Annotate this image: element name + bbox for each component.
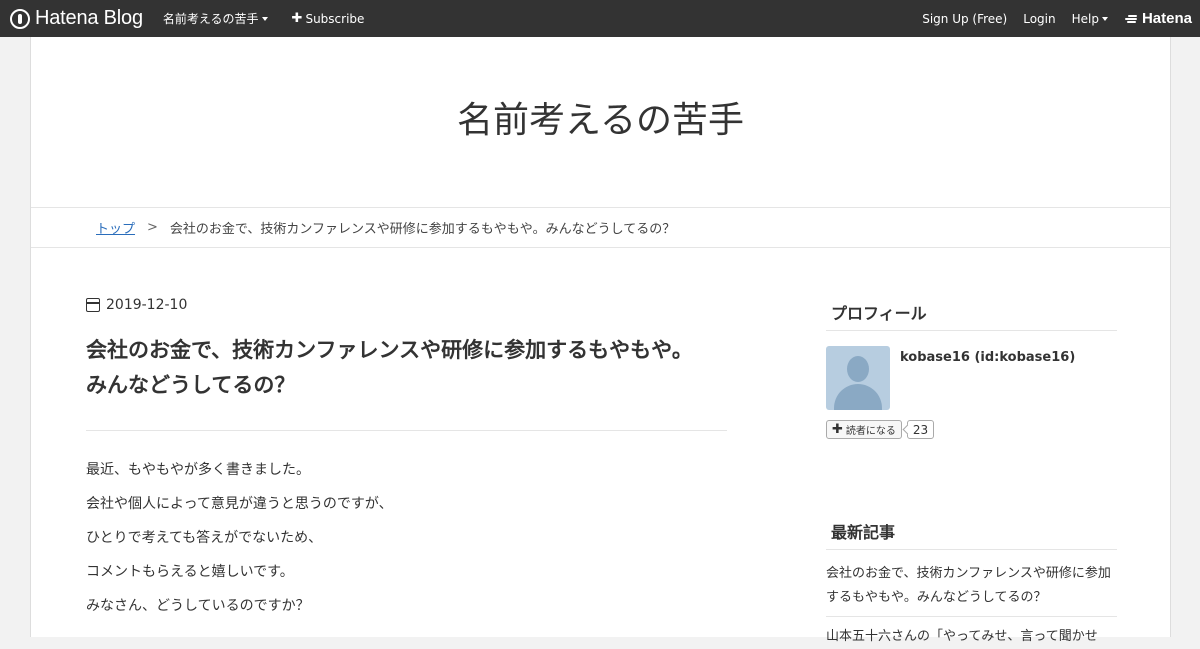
breadcrumb-top-link[interactable]: トップ	[96, 218, 135, 237]
entry-paragraph: コメントもらえると嬉しいです。	[86, 564, 294, 580]
subscribe-button[interactable]: ✚ Subscribe	[292, 11, 365, 26]
plus-icon: ✚	[832, 422, 843, 437]
plus-icon: ✚	[291, 11, 303, 26]
recent-entry-link[interactable]: 会社のお金で、技術カンファレンスや研修に参加するもやもや。みんなどうしてるの？	[826, 550, 1117, 617]
reader-button-label: 読者になる	[845, 426, 896, 437]
nav-right: Sign Up (Free) Login Help Hatena	[922, 10, 1192, 27]
brand-text: Hatena Blog	[35, 7, 143, 29]
sidebar: プロフィール kobase16 (id:kobase16) ✚ 読者になる 23…	[826, 300, 1117, 649]
hatena-logo[interactable]: Hatena	[1124, 10, 1192, 27]
entry-paragraph: みなさん、どうしているのですか？	[86, 598, 310, 614]
subscribe-label: Subscribe	[305, 11, 365, 26]
hatena-mark-icon	[1124, 14, 1138, 24]
entry-title-line2: みんなどうしてるの？	[86, 373, 296, 397]
entry: 2019-12-10 会社のお金で、技術カンファレンスや研修に参加するもやもや。…	[86, 297, 727, 623]
help-label: Help	[1071, 11, 1099, 26]
breadcrumb: トップ > 会社のお金で、技術カンファレンスや研修に参加するもやもや。みんなどう…	[31, 208, 1170, 248]
recent-entry-link[interactable]: 山本五十六さんの「やってみせ、言って聞かせ	[826, 617, 1117, 649]
profile-module-title: プロフィール	[826, 300, 1117, 331]
calendar-icon	[86, 298, 100, 312]
reader-row: ✚ 読者になる 23	[826, 420, 1117, 439]
breadcrumb-separator: >	[147, 220, 158, 235]
entry-paragraph: ひとりで考えても答えがでないため、	[86, 530, 323, 546]
global-header: Hatena Blog 名前考えるの苦手 ✚ Subscribe Sign Up…	[0, 0, 1200, 37]
avatar-head	[847, 356, 869, 382]
caret-down-icon	[261, 16, 268, 21]
blog-header: 名前考えるの苦手	[31, 37, 1170, 208]
hatena-blog-logo[interactable]: Hatena Blog	[10, 0, 143, 37]
entry-paragraph: 会社や個人によって意見が違うと思うのですが、	[86, 496, 393, 512]
entry-title-line1: 会社のお金で、技術カンファレンスや研修に参加するもやもや。	[86, 338, 693, 362]
blog-page: 名前考えるの苦手 トップ > 会社のお金で、技術カンファレンスや研修に参加するも…	[30, 37, 1171, 644]
hatena-logo-text: Hatena	[1141, 10, 1192, 27]
profile: kobase16 (id:kobase16)	[826, 346, 1117, 410]
help-dropdown[interactable]: Help	[1072, 12, 1108, 26]
login-link[interactable]: Login	[1023, 12, 1055, 26]
entry-body: 最近、もやもやが多く書きました。 会社や個人によって意見が違うと思うのですが、 …	[86, 453, 727, 623]
entry-title[interactable]: 会社のお金で、技術カンファレンスや研修に参加するもやもや。 みんなどうしてるの？	[86, 333, 727, 403]
nav-left: 名前考えるの苦手 ✚ Subscribe	[163, 10, 389, 27]
reader-count-badge[interactable]: 23	[906, 420, 935, 439]
entry-date-text: 2019-12-10	[106, 297, 188, 313]
avatar-shoulders	[834, 384, 882, 410]
breadcrumb-current: 会社のお金で、技術カンファレンスや研修に参加するもやもや。みんなどうしてるの？	[169, 222, 676, 237]
entry-paragraph: 最近、もやもやが多く書きました。	[86, 462, 310, 478]
blog-menu-dropdown[interactable]: 名前考えるの苦手	[163, 10, 268, 27]
profile-name-link[interactable]: kobase16 (id:kobase16)	[900, 350, 1075, 410]
subscribe-reader-button[interactable]: ✚ 読者になる	[826, 420, 902, 439]
caret-down-icon	[1101, 16, 1108, 21]
avatar[interactable]	[826, 346, 890, 410]
entry-date[interactable]: 2019-12-10	[86, 297, 727, 313]
hatena-blog-icon	[10, 8, 30, 29]
blog-menu-label: 名前考えるの苦手	[162, 12, 259, 26]
signup-link[interactable]: Sign Up (Free)	[922, 12, 1007, 26]
divider	[86, 430, 727, 431]
blog-title[interactable]: 名前考えるの苦手	[457, 91, 744, 143]
recent-module-title: 最新記事	[826, 519, 1117, 550]
